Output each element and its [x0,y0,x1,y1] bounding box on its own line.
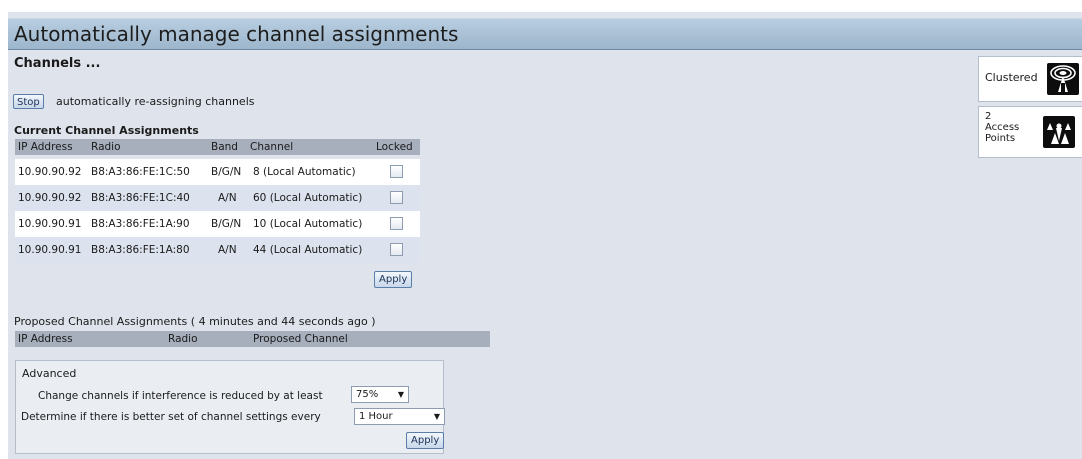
page-title: Automatically manage channel assignments [14,22,459,46]
col-band: Band [211,141,238,153]
table-row: 10.90.90.92 B8:A3:86:FE:1C:50 B/G/N 8 (L… [15,159,420,185]
stop-status-text: automatically re-assigning channels [56,95,255,108]
col-locked: Locked [376,141,413,153]
cell-band: B/G/N [211,218,242,230]
cell-ip: 10.90.90.91 [18,218,82,230]
dropdown-arrow-icon: ▼ [433,412,440,421]
clustered-status-box[interactable]: Clustered [978,56,1082,102]
col-radio: Radio [91,141,121,153]
cell-channel: 44 (Local Automatic) [253,244,363,256]
access-points-label: Access Points [985,122,1020,144]
advanced-title: Advanced [22,367,77,380]
apply-locked-button[interactable]: Apply [374,271,413,288]
col-radio: Radio [168,333,198,345]
col-ip-address: IP Address [18,333,73,345]
col-ip-address: IP Address [18,141,73,153]
interference-select[interactable]: 75% ▼ [351,386,409,403]
cell-channel: 8 (Local Automatic) [253,166,356,178]
current-assignments-label: Current Channel Assignments [14,124,199,137]
proposed-table-header: IP Address Radio Proposed Channel [15,331,490,347]
clustered-icon [1047,63,1079,95]
locked-checkbox[interactable] [390,191,403,204]
table-row: 10.90.90.91 B8:A3:86:FE:1A:80 A/N 44 (Lo… [15,237,420,263]
col-proposed-channel: Proposed Channel [253,333,348,345]
locked-checkbox[interactable] [390,217,403,230]
advanced-panel: Advanced Change channels if interference… [15,360,445,454]
interference-value: 75% [356,389,379,400]
cell-radio: B8:A3:86:FE:1A:90 [91,218,190,230]
cell-ip: 10.90.90.92 [18,166,82,178]
cell-channel: 60 (Local Automatic) [253,192,363,204]
access-point-count: 2 [985,111,992,122]
interference-label: Change channels if interference is reduc… [38,390,323,402]
cell-radio: B8:A3:86:FE:1A:80 [91,244,190,256]
cell-channel: 10 (Local Automatic) [253,218,363,230]
apply-advanced-button[interactable]: Apply [406,432,445,449]
cell-band: A/N [218,244,237,256]
cell-radio: B8:A3:86:FE:1C:50 [91,166,190,178]
table-row: 10.90.90.91 B8:A3:86:FE:1A:90 B/G/N 10 (… [15,211,420,237]
stop-button[interactable]: Stop [13,94,44,109]
cell-radio: B8:A3:86:FE:1C:40 [91,192,190,204]
table-row: 10.90.90.92 B8:A3:86:FE:1C:40 A/N 60 (Lo… [15,185,420,211]
cell-ip: 10.90.90.92 [18,192,82,204]
cell-band: A/N [218,192,237,204]
locked-checkbox[interactable] [390,165,403,178]
page-header: Automatically manage channel assignments [8,18,1082,50]
col-channel: Channel [250,141,294,153]
cell-band: B/G/N [211,166,242,178]
channels-title: Channels ... [14,56,101,71]
access-points-box[interactable]: 2 Access Points [978,106,1082,158]
page: Automatically manage channel assignments… [8,12,1082,459]
interval-value: 1 Hour [359,411,393,422]
proposed-assignments-label: Proposed Channel Assignments ( 4 minutes… [14,315,376,328]
cell-ip: 10.90.90.91 [18,244,82,256]
current-table-header: IP Address Radio Band Channel Locked [15,139,420,155]
locked-checkbox[interactable] [390,243,403,256]
clustered-label: Clustered [985,71,1038,84]
interval-label: Determine if there is better set of chan… [21,411,321,423]
dropdown-arrow-icon: ▼ [397,390,404,399]
access-points-icon [1043,116,1075,148]
interval-select[interactable]: 1 Hour ▼ [354,408,445,425]
